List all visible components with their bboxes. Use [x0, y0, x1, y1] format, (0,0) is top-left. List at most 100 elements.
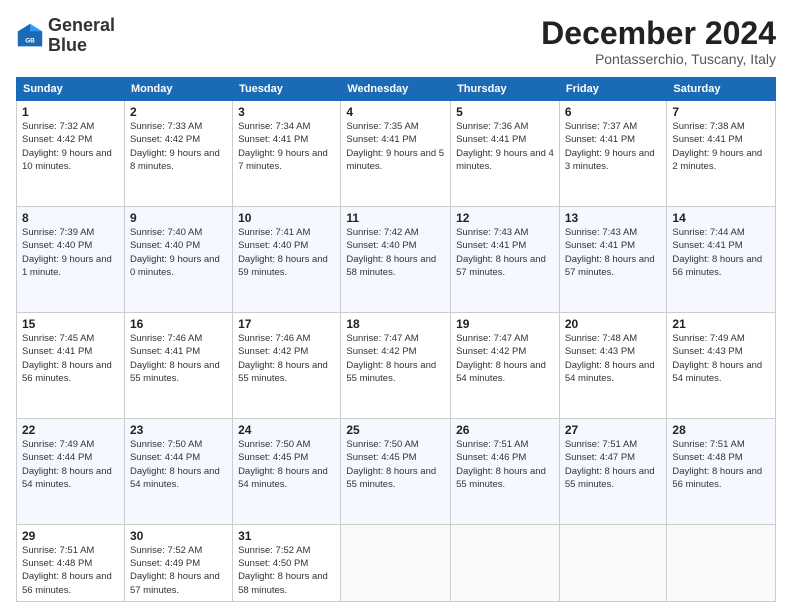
day-number: 7 — [672, 105, 770, 119]
day-info: Sunrise: 7:39 AMSunset: 4:40 PMDaylight:… — [22, 227, 112, 278]
day-number: 24 — [238, 423, 335, 437]
week-row-1: 1 Sunrise: 7:32 AMSunset: 4:42 PMDaylight… — [17, 101, 776, 207]
day-number: 11 — [346, 211, 445, 225]
col-wednesday: Wednesday — [341, 78, 451, 101]
cell-w2-d4: 12 Sunrise: 7:43 AMSunset: 4:41 PMDayligh… — [451, 207, 560, 313]
cell-w5-d6 — [667, 524, 776, 601]
header-row: Sunday Monday Tuesday Wednesday Thursday… — [17, 78, 776, 101]
day-info: Sunrise: 7:43 AMSunset: 4:41 PMDaylight:… — [456, 227, 546, 278]
day-info: Sunrise: 7:50 AMSunset: 4:45 PMDaylight:… — [238, 439, 328, 490]
day-info: Sunrise: 7:52 AMSunset: 4:49 PMDaylight:… — [130, 545, 220, 596]
day-info: Sunrise: 7:50 AMSunset: 4:44 PMDaylight:… — [130, 439, 220, 490]
cell-w4-d2: 24 Sunrise: 7:50 AMSunset: 4:45 PMDayligh… — [233, 418, 341, 524]
day-info: Sunrise: 7:47 AMSunset: 4:42 PMDaylight:… — [346, 333, 436, 384]
header: GB General Blue December 2024 Pontasserc… — [16, 16, 776, 67]
logo-line2: Blue — [48, 36, 115, 56]
cell-w3-d4: 19 Sunrise: 7:47 AMSunset: 4:42 PMDayligh… — [451, 313, 560, 419]
day-info: Sunrise: 7:46 AMSunset: 4:42 PMDaylight:… — [238, 333, 328, 384]
day-info: Sunrise: 7:35 AMSunset: 4:41 PMDaylight:… — [346, 121, 444, 172]
day-number: 31 — [238, 529, 335, 543]
day-number: 23 — [130, 423, 227, 437]
day-info: Sunrise: 7:52 AMSunset: 4:50 PMDaylight:… — [238, 545, 328, 596]
cell-w5-d3 — [341, 524, 451, 601]
cell-w4-d4: 26 Sunrise: 7:51 AMSunset: 4:46 PMDayligh… — [451, 418, 560, 524]
calendar-table: Sunday Monday Tuesday Wednesday Thursday… — [16, 77, 776, 602]
day-info: Sunrise: 7:47 AMSunset: 4:42 PMDaylight:… — [456, 333, 546, 384]
day-info: Sunrise: 7:44 AMSunset: 4:41 PMDaylight:… — [672, 227, 762, 278]
cell-w2-d3: 11 Sunrise: 7:42 AMSunset: 4:40 PMDayligh… — [341, 207, 451, 313]
location-subtitle: Pontasserchio, Tuscany, Italy — [541, 51, 776, 67]
week-row-5: 29 Sunrise: 7:51 AMSunset: 4:48 PMDayligh… — [17, 524, 776, 601]
cell-w4-d5: 27Sunrise: 7:51 AMSunset: 4:47 PMDayligh… — [559, 418, 667, 524]
day-info: Sunrise: 7:38 AMSunset: 4:41 PMDaylight:… — [672, 121, 762, 172]
day-number: 22 — [22, 423, 119, 437]
day-info: Sunrise: 7:32 AMSunset: 4:42 PMDaylight:… — [22, 121, 112, 172]
logo-icon: GB — [16, 22, 44, 50]
cell-w3-d5: 20 Sunrise: 7:48 AMSunset: 4:43 PMDayligh… — [559, 313, 667, 419]
day-number: 15 — [22, 317, 119, 331]
cell-w2-d6: 14Sunrise: 7:44 AMSunset: 4:41 PMDayligh… — [667, 207, 776, 313]
cell-w3-d3: 18 Sunrise: 7:47 AMSunset: 4:42 PMDayligh… — [341, 313, 451, 419]
day-number: 9 — [130, 211, 227, 225]
day-info: Sunrise: 7:48 AMSunset: 4:43 PMDaylight:… — [565, 333, 655, 384]
day-number: 4 — [346, 105, 445, 119]
cell-w2-d2: 10Sunrise: 7:41 AMSunset: 4:40 PMDayligh… — [233, 207, 341, 313]
day-info: Sunrise: 7:51 AMSunset: 4:46 PMDaylight:… — [456, 439, 546, 490]
day-info: Sunrise: 7:49 AMSunset: 4:43 PMDaylight:… — [672, 333, 762, 384]
logo-text: General Blue — [48, 16, 115, 56]
week-row-4: 22 Sunrise: 7:49 AMSunset: 4:44 PMDayligh… — [17, 418, 776, 524]
cell-w1-d4: 5Sunrise: 7:36 AMSunset: 4:41 PMDaylight… — [451, 101, 560, 207]
day-number: 10 — [238, 211, 335, 225]
day-info: Sunrise: 7:45 AMSunset: 4:41 PMDaylight:… — [22, 333, 112, 384]
svg-text:GB: GB — [25, 37, 35, 44]
day-number: 25 — [346, 423, 445, 437]
day-number: 12 — [456, 211, 554, 225]
day-info: Sunrise: 7:34 AMSunset: 4:41 PMDaylight:… — [238, 121, 328, 172]
cell-w1-d2: 3 Sunrise: 7:34 AMSunset: 4:41 PMDaylight… — [233, 101, 341, 207]
day-number: 1 — [22, 105, 119, 119]
day-number: 20 — [565, 317, 662, 331]
logo-line1: General — [48, 16, 115, 36]
cell-w1-d0: 1 Sunrise: 7:32 AMSunset: 4:42 PMDaylight… — [17, 101, 125, 207]
day-info: Sunrise: 7:36 AMSunset: 4:41 PMDaylight:… — [456, 121, 554, 172]
col-tuesday: Tuesday — [233, 78, 341, 101]
day-number: 2 — [130, 105, 227, 119]
day-info: Sunrise: 7:42 AMSunset: 4:40 PMDaylight:… — [346, 227, 436, 278]
week-row-2: 8Sunrise: 7:39 AMSunset: 4:40 PMDaylight… — [17, 207, 776, 313]
day-info: Sunrise: 7:51 AMSunset: 4:48 PMDaylight:… — [22, 545, 112, 596]
cell-w4-d1: 23 Sunrise: 7:50 AMSunset: 4:44 PMDayligh… — [124, 418, 232, 524]
day-number: 6 — [565, 105, 662, 119]
cell-w4-d3: 25 Sunrise: 7:50 AMSunset: 4:45 PMDayligh… — [341, 418, 451, 524]
day-number: 19 — [456, 317, 554, 331]
day-number: 3 — [238, 105, 335, 119]
col-friday: Friday — [559, 78, 667, 101]
cell-w4-d6: 28Sunrise: 7:51 AMSunset: 4:48 PMDayligh… — [667, 418, 776, 524]
col-sunday: Sunday — [17, 78, 125, 101]
cell-w2-d0: 8Sunrise: 7:39 AMSunset: 4:40 PMDaylight… — [17, 207, 125, 313]
day-info: Sunrise: 7:51 AMSunset: 4:48 PMDaylight:… — [672, 439, 762, 490]
day-number: 26 — [456, 423, 554, 437]
day-info: Sunrise: 7:50 AMSunset: 4:45 PMDaylight:… — [346, 439, 436, 490]
cell-w5-d4 — [451, 524, 560, 601]
day-info: Sunrise: 7:40 AMSunset: 4:40 PMDaylight:… — [130, 227, 220, 278]
day-info: Sunrise: 7:46 AMSunset: 4:41 PMDaylight:… — [130, 333, 220, 384]
day-number: 29 — [22, 529, 119, 543]
cell-w5-d0: 29 Sunrise: 7:51 AMSunset: 4:48 PMDayligh… — [17, 524, 125, 601]
day-number: 18 — [346, 317, 445, 331]
day-number: 16 — [130, 317, 227, 331]
day-number: 13 — [565, 211, 662, 225]
cell-w3-d2: 17Sunrise: 7:46 AMSunset: 4:42 PMDayligh… — [233, 313, 341, 419]
cell-w1-d3: 4 Sunrise: 7:35 AMSunset: 4:41 PMDaylight… — [341, 101, 451, 207]
col-monday: Monday — [124, 78, 232, 101]
week-row-3: 15 Sunrise: 7:45 AMSunset: 4:41 PMDayligh… — [17, 313, 776, 419]
calendar-page: GB General Blue December 2024 Pontasserc… — [0, 0, 792, 612]
col-saturday: Saturday — [667, 78, 776, 101]
cell-w3-d1: 16 Sunrise: 7:46 AMSunset: 4:41 PMDayligh… — [124, 313, 232, 419]
cell-w5-d5 — [559, 524, 667, 601]
day-info: Sunrise: 7:49 AMSunset: 4:44 PMDaylight:… — [22, 439, 112, 490]
day-info: Sunrise: 7:33 AMSunset: 4:42 PMDaylight:… — [130, 121, 220, 172]
day-info: Sunrise: 7:43 AMSunset: 4:41 PMDaylight:… — [565, 227, 655, 278]
month-title: December 2024 — [541, 16, 776, 51]
day-number: 27 — [565, 423, 662, 437]
cell-w3-d6: 21Sunrise: 7:49 AMSunset: 4:43 PMDayligh… — [667, 313, 776, 419]
